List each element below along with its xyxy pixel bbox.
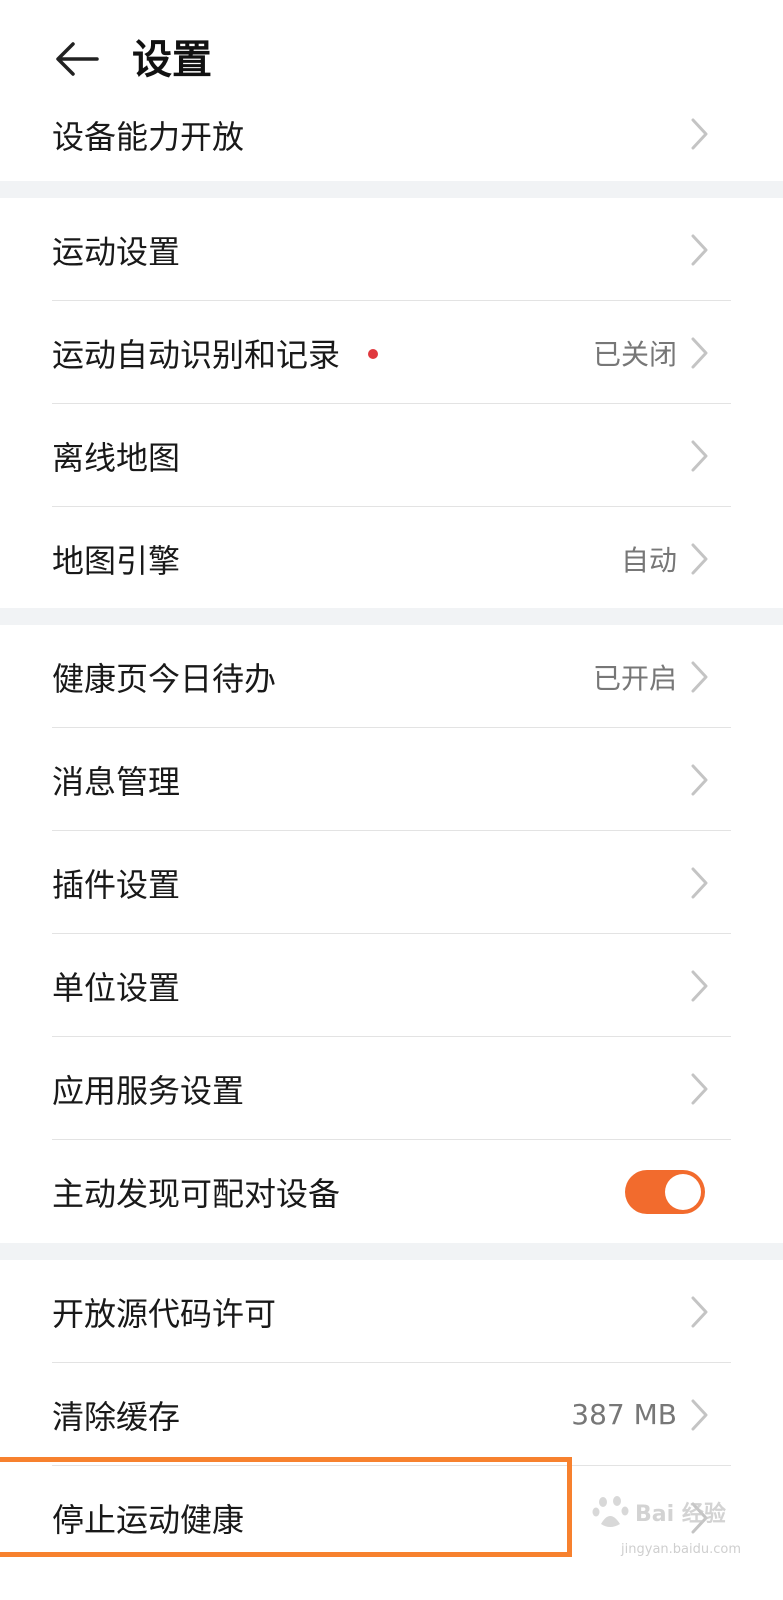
settings-item-label: 插件设置 xyxy=(52,865,181,904)
chevron-right-icon xyxy=(691,1399,708,1430)
chevron-right-icon xyxy=(691,118,708,150)
chevron-right-icon xyxy=(691,1296,708,1327)
settings-group-device: 设备能力开放 xyxy=(0,104,783,181)
settings-item-label: 消息管理 xyxy=(52,762,181,801)
chevron-right-icon xyxy=(691,661,708,692)
settings-item-value: 自动 xyxy=(620,543,677,577)
settings-item-trailing xyxy=(687,1260,713,1363)
settings-item-plugin-settings[interactable]: 插件设置 xyxy=(0,831,783,934)
chevron-right-icon xyxy=(691,543,708,574)
chevron-right-icon xyxy=(691,1073,708,1104)
watermark-text: Bai 经验 xyxy=(635,1502,726,1527)
watermark-url: jingyan.baidu.com xyxy=(621,1542,741,1557)
settings-item-trailing xyxy=(687,934,713,1037)
toggle-knob xyxy=(665,1173,701,1210)
highlight-annotation-box xyxy=(0,1457,572,1557)
settings-item-value: 387 MB xyxy=(571,1398,677,1431)
settings-item-label: 离线地图 xyxy=(52,438,181,477)
settings-item-label: 地图引擎 xyxy=(52,541,181,580)
app-bar: 设置 xyxy=(0,0,783,110)
settings-item-label: 清除缓存 xyxy=(52,1397,181,1436)
settings-item-label: 运动设置 xyxy=(52,232,181,271)
paw-logo-icon xyxy=(592,1496,629,1527)
chevron-right-icon xyxy=(691,764,708,795)
back-button[interactable] xyxy=(50,32,104,86)
chevron-right-icon xyxy=(691,440,708,471)
settings-item-trailing: 已关闭 xyxy=(593,301,713,404)
baidu-jingyan-watermark: Bai 经验 xyxy=(591,1486,741,1538)
settings-item-value: 已开启 xyxy=(592,661,677,695)
settings-item-label: 健康页今日待办 xyxy=(52,659,277,698)
discover-devices-toggle[interactable] xyxy=(625,1169,705,1214)
chevron-right-icon xyxy=(691,234,708,265)
settings-item-trailing xyxy=(687,104,713,164)
settings-item-map-engine[interactable]: 地图引擎 自动 xyxy=(0,507,783,610)
chevron-right-icon xyxy=(691,970,708,1001)
settings-item-discover-pairable-devices: 主动发现可配对设备 xyxy=(0,1140,783,1243)
chevron-right-icon xyxy=(691,337,708,368)
settings-item-trailing xyxy=(687,198,713,301)
settings-item-label: 单位设置 xyxy=(52,968,181,1007)
settings-item-trailing xyxy=(687,831,713,934)
settings-item-label: 运动自动识别和记录 xyxy=(52,335,341,374)
settings-item-trailing xyxy=(687,728,713,831)
settings-item-health-todo[interactable]: 健康页今日待办 已开启 xyxy=(0,625,783,728)
settings-item-unit-settings[interactable]: 单位设置 xyxy=(0,934,783,1037)
settings-item-auto-detect-workout[interactable]: 运动自动识别和记录 已关闭 xyxy=(0,301,783,404)
settings-group-workout: 运动设置 运动自动识别和记录 已关闭 离线地图 地图引擎 自动 xyxy=(0,198,783,608)
settings-item-trailing: 已开启 xyxy=(593,625,713,728)
settings-item-open-source-licenses[interactable]: 开放源代码许可 xyxy=(0,1260,783,1363)
chevron-right-icon xyxy=(691,867,708,898)
settings-item-clear-cache[interactable]: 清除缓存 387 MB xyxy=(0,1363,783,1466)
new-badge-dot xyxy=(368,348,379,359)
settings-item-trailing: 387 MB xyxy=(571,1363,713,1466)
settings-item-app-service-settings[interactable]: 应用服务设置 xyxy=(0,1037,783,1140)
settings-item-offline-map[interactable]: 离线地图 xyxy=(0,404,783,507)
settings-item-message-management[interactable]: 消息管理 xyxy=(0,728,783,831)
arrow-left-icon xyxy=(56,42,99,76)
settings-item-label: 主动发现可配对设备 xyxy=(52,1174,341,1213)
settings-item-trailing: 自动 xyxy=(621,507,713,610)
settings-item-device-capability[interactable]: 设备能力开放 xyxy=(0,104,783,179)
settings-item-label: 开放源代码许可 xyxy=(52,1294,277,1333)
settings-item-label: 应用服务设置 xyxy=(52,1071,245,1110)
page-title: 设置 xyxy=(132,37,212,83)
settings-item-value: 已关闭 xyxy=(592,337,677,371)
settings-item-label: 设备能力开放 xyxy=(52,118,245,156)
settings-item-trailing xyxy=(687,404,713,507)
settings-group-general: 健康页今日待办 已开启 消息管理 插件设置 单位设置 应用服务设置 主动发现可配… xyxy=(0,625,783,1243)
settings-item-workout-settings[interactable]: 运动设置 xyxy=(0,198,783,301)
settings-item-trailing xyxy=(687,1037,713,1140)
